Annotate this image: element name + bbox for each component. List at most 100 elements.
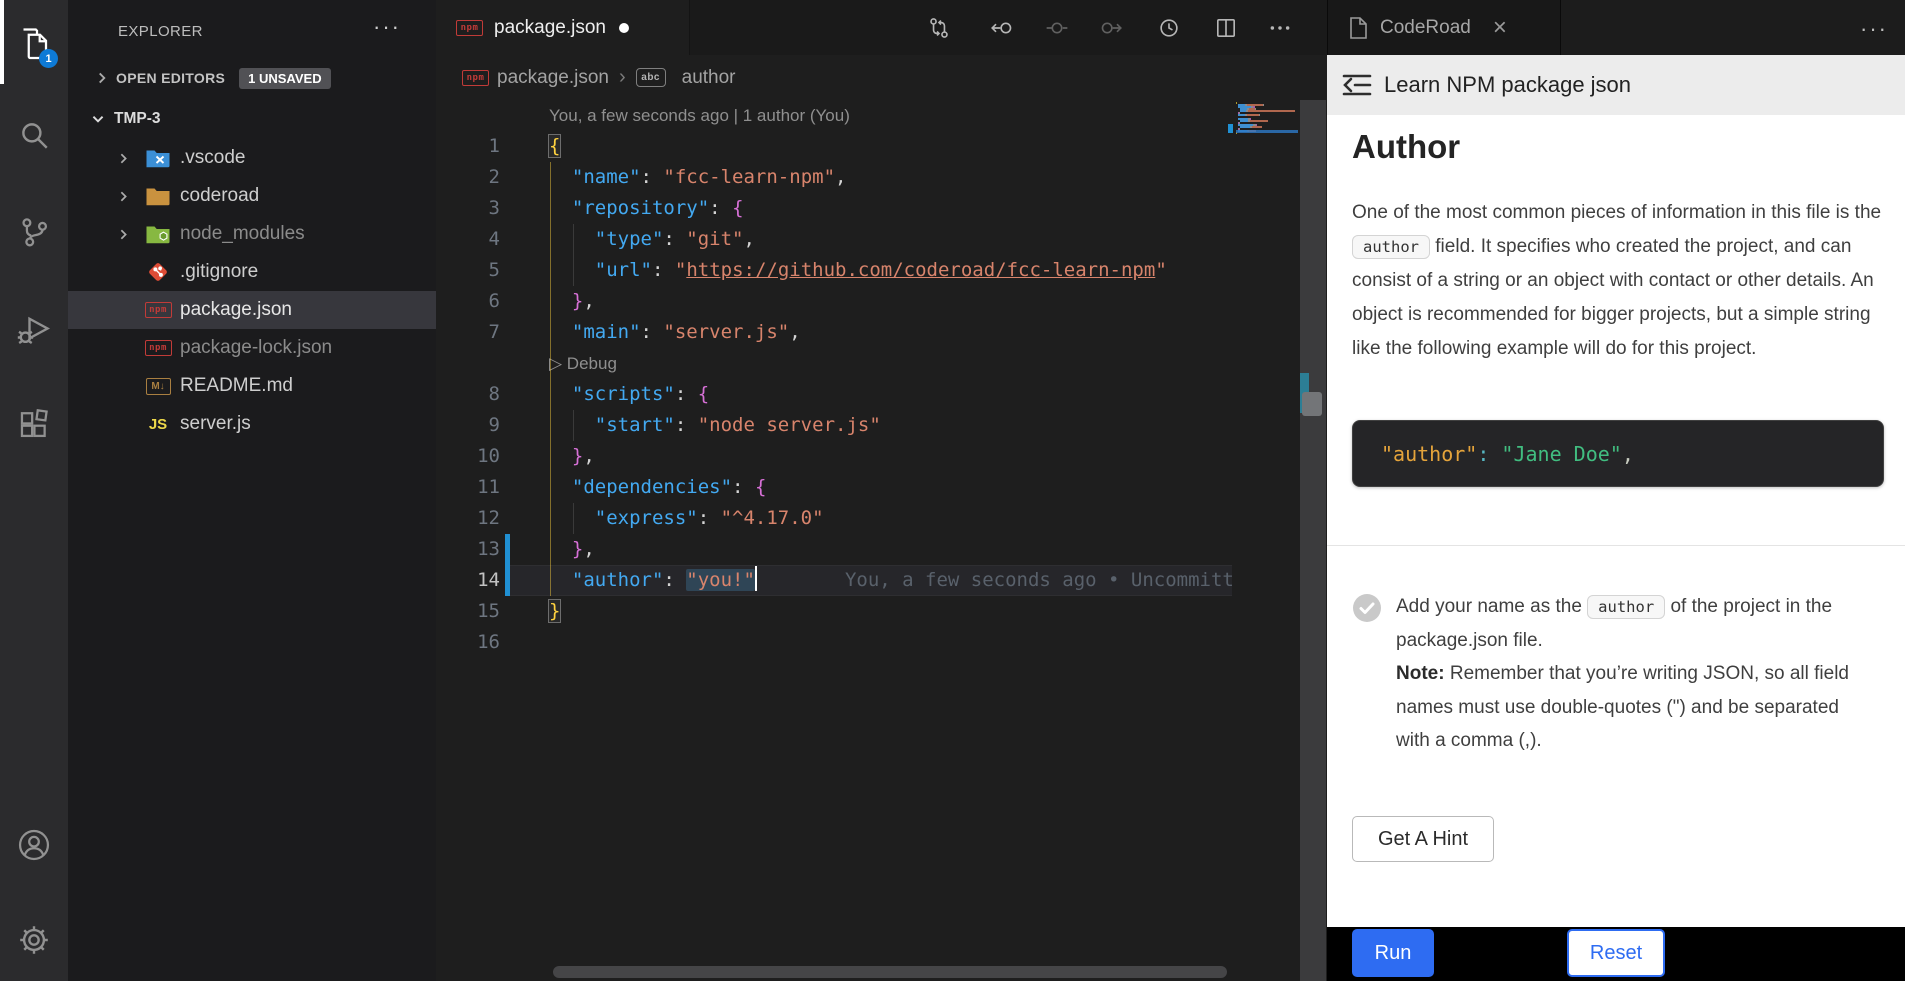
editor-group: npm package.json [436,0,1327,981]
line-number[interactable]: 1 [436,131,500,162]
file-label: README.md [180,375,293,397]
line-number[interactable]: 3 [436,193,500,224]
code-line-16[interactable]: 16 [436,627,1232,658]
line-number[interactable]: 8 [436,379,500,410]
activity-bar: 1 [0,0,68,981]
indent-guide [573,224,574,286]
panel-footer: Run Reset [1327,927,1905,981]
task-text: Add your name as the author of the proje… [1396,590,1854,758]
section-heading: Author [1352,128,1460,166]
workspace-root-label: TMP-3 [114,110,161,128]
account-icon[interactable] [0,810,68,880]
minimap-selected-line [1236,130,1298,133]
source-control-icon[interactable] [0,197,68,267]
file-row-server.js[interactable]: JSserver.js [68,405,436,443]
file-row-package.json[interactable]: npmpackage.json [68,291,436,329]
file-row-coderoad[interactable]: coderoad [68,177,436,215]
get-a-hint-button[interactable]: Get A Hint [1352,816,1494,862]
line-number[interactable]: 9 [436,410,500,441]
panel-more-actions-icon[interactable]: ··· [1860,16,1888,42]
inline-code-chip: author [1352,235,1430,259]
code-line-8[interactable]: 8 "scripts": { [436,379,1232,410]
open-editors-section[interactable]: OPEN EDITORS 1 UNSAVED [68,62,436,94]
file-label: package-lock.json [180,337,332,359]
code-line-5[interactable]: 5 "url": "https://github.com/coderoad/fc… [436,255,1232,286]
collapse-menu-icon[interactable] [1340,70,1374,100]
divider [1327,545,1905,546]
chevron-right-icon [116,151,131,166]
task-note: Note: Remember that you’re writing JSON,… [1396,657,1854,758]
git-icon [146,260,170,284]
run-button[interactable]: Run [1352,929,1434,977]
file-label: node_modules [180,223,305,245]
code-line-14[interactable]: 14 "author": "you!"You, a few seconds ag… [436,565,1232,596]
reset-button[interactable]: Reset [1567,929,1665,977]
file-row-README.md[interactable]: M↓ README.md [68,367,436,405]
code-line-13[interactable]: 13 }, [436,534,1232,565]
line-number[interactable]: 12 [436,503,500,534]
code-line-7[interactable]: 7 "main": "server.js", [436,317,1232,348]
npm-icon: npm [145,302,172,318]
editor-more-actions-icon[interactable] [1268,16,1292,40]
settings-gear-icon[interactable] [0,905,68,975]
section-intro: One of the most common pieces of informa… [1352,196,1889,366]
inline-code-chip: author [1587,595,1665,619]
search-icon[interactable] [0,100,68,170]
horizontal-scrollbar[interactable] [553,966,1227,978]
line-number[interactable]: 2 [436,162,500,193]
indent-guide [573,503,574,534]
open-editors-label: OPEN EDITORS [116,70,225,86]
workspace-root-item[interactable]: TMP-3 [68,100,436,138]
line-number[interactable]: 15 [436,596,500,627]
chevron-right-icon [116,227,131,242]
document-icon [1348,16,1368,40]
line-number[interactable]: 16 [436,627,500,658]
explorer-more-actions-icon[interactable]: ··· [373,14,401,40]
vertical-scrollbar[interactable] [1300,100,1326,981]
line-number[interactable]: 14 [436,565,500,596]
line-number[interactable]: 13 [436,534,500,565]
task-check-icon [1352,593,1382,623]
code-line-12[interactable]: 12 "express": "^4.17.0" [436,503,1232,534]
vscode-folder-icon [145,147,171,169]
extensions-icon[interactable] [0,390,68,460]
file-row-.vscode[interactable]: .vscode [68,139,436,177]
file-tree: .vscode coderoad node_modules .gitignore npm… [68,139,436,443]
file-label: .vscode [180,147,245,169]
tab-coderoad[interactable]: CodeRoad × [1328,0,1561,55]
file-row-package-lock.json[interactable]: npmpackage-lock.json [68,329,436,367]
modified-line-marker [505,534,510,565]
code-line-4[interactable]: 4 "type": "git", [436,224,1232,255]
code-line-15[interactable]: 15} [436,596,1232,627]
code-line-11[interactable]: 11 "dependencies": { [436,472,1232,503]
code-line-3[interactable]: 3 "repository": { [436,193,1232,224]
close-icon[interactable]: × [1493,16,1507,40]
codelens-row[interactable]: You, a few seconds ago | 1 author (You) [436,100,1232,131]
markdown-icon: M↓ [146,378,171,395]
code-line-1[interactable]: 1{ [436,131,1232,162]
explorer-icon[interactable]: 1 [0,8,68,78]
panel-tab-bar: CodeRoad × ··· [1327,0,1905,55]
file-label: .gitignore [180,261,258,283]
run-debug-icon[interactable] [0,295,68,365]
code-line-6[interactable]: 6 }, [436,286,1232,317]
example-code-line: "author": "Jane Doe", [1381,442,1634,466]
codelens-row[interactable]: ▷ Debug [436,348,1232,379]
line-number[interactable]: 6 [436,286,500,317]
explorer-sidebar: EXPLORER ··· OPEN EDITORS 1 UNSAVED TMP-… [68,0,436,981]
sidebar-header: EXPLORER ··· [68,0,436,55]
code-line-10[interactable]: 10 }, [436,441,1232,472]
file-row-.gitignore[interactable]: .gitignore [68,253,436,291]
explorer-badge: 1 [39,49,58,68]
code-line-2[interactable]: 2 "name": "fcc-learn-npm", [436,162,1232,193]
code-editor[interactable]: You, a few seconds ago | 1 author (You)1… [436,0,1232,981]
line-number[interactable]: 11 [436,472,500,503]
line-number[interactable]: 10 [436,441,500,472]
line-number[interactable]: 7 [436,317,500,348]
code-line-9[interactable]: 9 "start": "node server.js" [436,410,1232,441]
file-row-node_modules[interactable]: node_modules [68,215,436,253]
scrollbar-thumb[interactable] [1302,392,1322,416]
chevron-right-icon [116,189,131,204]
line-number[interactable]: 4 [436,224,500,255]
line-number[interactable]: 5 [436,255,500,286]
